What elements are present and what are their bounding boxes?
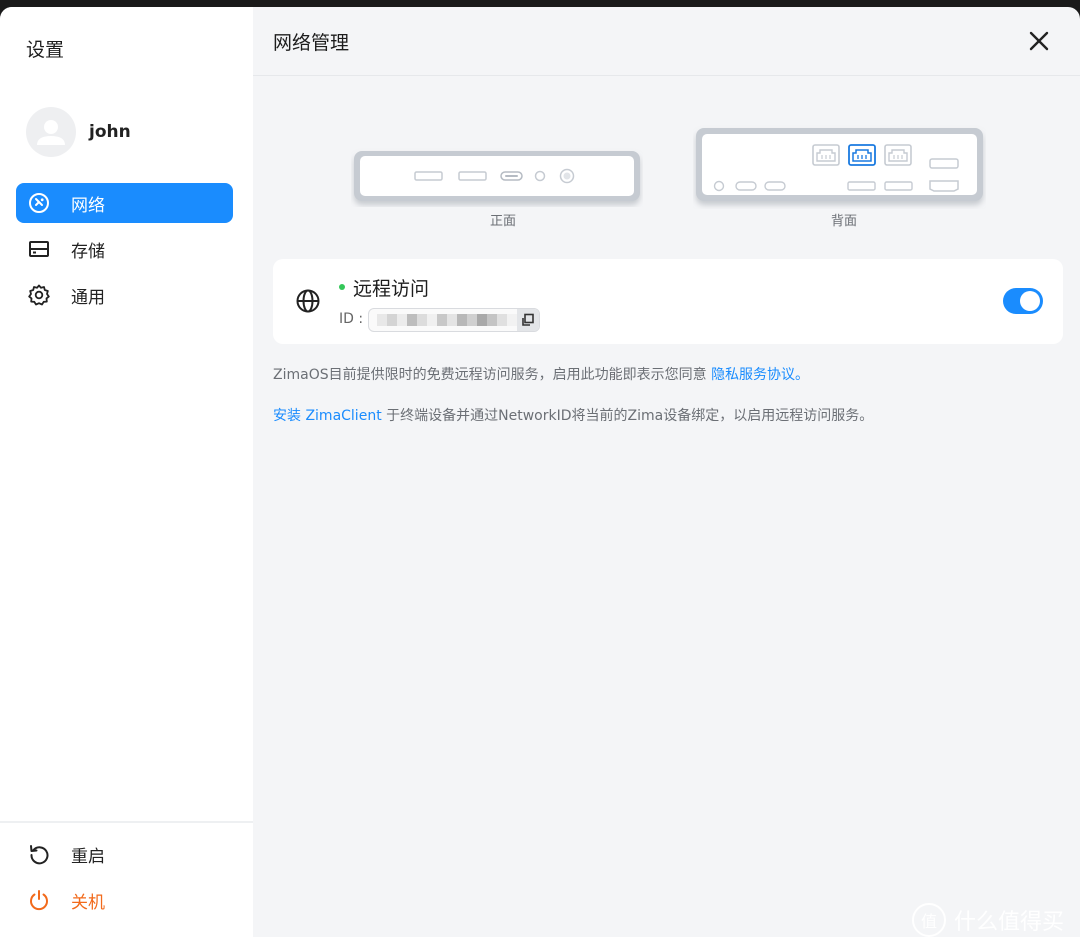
sidebar-item-storage[interactable]: 存储 xyxy=(16,229,233,269)
shutdown-button[interactable]: 关机 xyxy=(16,880,233,920)
remote-access-toggle[interactable] xyxy=(1003,288,1043,314)
sidebar: 设置 john 网络 存储 通用 重启 关机 xyxy=(0,7,253,937)
install-instructions-text: 于终端设备并通过NetworkID将当前的Zima设备绑定，以启用远程访问服务。 xyxy=(381,408,874,424)
restart-label: 重启 xyxy=(71,846,105,867)
privacy-agreement-link[interactable]: 隐私服务协议。 xyxy=(711,367,809,383)
restart-button[interactable]: 重启 xyxy=(16,834,233,874)
network-icon xyxy=(26,190,52,216)
watermark-text: 什么值得买 xyxy=(954,910,1065,935)
install-instructions: 安装 ZimaClient 于终端设备并通过NetworkID将当前的Zima设… xyxy=(273,405,873,425)
restart-icon xyxy=(26,841,52,867)
globe-icon xyxy=(296,289,320,313)
copy-id-button[interactable] xyxy=(517,309,539,331)
online-status-dot xyxy=(339,284,345,290)
device-back-illustration xyxy=(693,125,986,213)
sidebar-bottom-actions: 重启 关机 xyxy=(16,834,233,926)
id-label: ID : xyxy=(339,311,364,327)
avatar xyxy=(26,107,76,157)
watermark-logo: 值 xyxy=(912,903,946,937)
remote-access-title: 远程访问 xyxy=(353,278,430,300)
user-profile: john xyxy=(26,107,131,157)
user-avatar-icon xyxy=(37,120,65,145)
watermark: 值 什么值得买 xyxy=(912,903,1064,937)
main-header: 网络管理 xyxy=(253,7,1080,76)
power-icon xyxy=(26,887,52,913)
privacy-notice-text: ZimaOS目前提供限时的免费远程访问服务，启用此功能即表示您同意 xyxy=(273,367,707,383)
sidebar-item-label: 通用 xyxy=(71,287,105,308)
close-button[interactable] xyxy=(1026,28,1052,54)
device-front-illustration xyxy=(351,147,643,211)
gear-icon xyxy=(26,282,52,308)
page-title: 网络管理 xyxy=(273,32,350,54)
install-zimaclient-link[interactable]: 安装 ZimaClient xyxy=(273,408,382,424)
toggle-knob xyxy=(1020,291,1040,311)
device-back-label: 背面 xyxy=(831,214,858,229)
shutdown-label: 关机 xyxy=(71,892,105,913)
main-panel: 网络管理 正面 背面 远程访问 ID: ZimaOS目前提供限时的免费远程访问… xyxy=(253,7,1080,937)
close-icon xyxy=(1029,31,1049,51)
device-front-label: 正面 xyxy=(490,214,517,229)
network-id-field[interactable] xyxy=(368,308,540,332)
sidebar-item-general[interactable]: 通用 xyxy=(16,275,233,315)
copy-icon xyxy=(522,313,534,326)
remote-access-card: 远程访问 ID : xyxy=(273,259,1063,344)
storage-icon xyxy=(26,236,52,262)
username: john xyxy=(89,122,131,142)
redacted-id-mosaic xyxy=(377,314,517,326)
sidebar-item-network[interactable]: 网络 xyxy=(16,183,233,223)
sidebar-item-label: 网络 xyxy=(71,195,105,216)
sidebar-item-label: 存储 xyxy=(71,241,105,262)
sidebar-nav: 网络 存储 通用 xyxy=(16,183,233,321)
privacy-notice: ZimaOS目前提供限时的免费远程访问服务，启用此功能即表示您同意 隐私服务协议… xyxy=(273,364,809,384)
settings-window: 设置 john 网络 存储 通用 重启 关机 网络管理 正面 背面 远程访问 I… xyxy=(0,7,1080,937)
sidebar-divider xyxy=(0,821,253,823)
sidebar-title: 设置 xyxy=(26,39,65,61)
